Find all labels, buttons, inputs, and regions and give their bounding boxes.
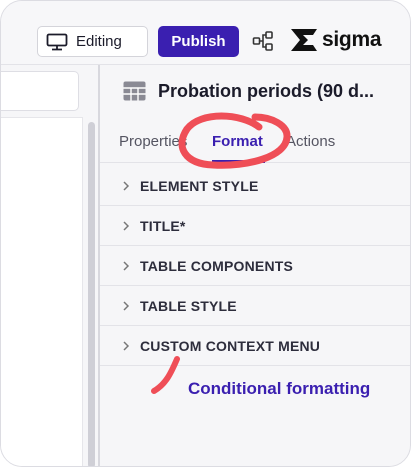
editing-label: Editing [76,33,122,50]
chevron-right-icon [123,220,130,231]
monitor-icon [46,33,68,50]
share-graph-icon[interactable] [252,30,274,52]
editing-mode-button[interactable]: Editing [37,26,148,57]
section-label: TABLE COMPONENTS [140,257,294,274]
panel-header: Probation periods (90 d... [100,65,410,117]
sigma-logo: sigma [289,27,382,53]
table-icon [123,81,146,101]
chevron-right-icon [123,340,130,351]
logo-text: sigma [322,28,382,51]
active-tab-indicator [212,160,265,163]
canvas-header-field[interactable] [1,71,79,111]
tab-properties[interactable]: Properties [119,133,187,150]
conditional-formatting-link[interactable]: Conditional formatting [188,379,370,399]
top-toolbar: Editing Publish sigma [1,1,410,65]
tab-actions[interactable]: Actions [286,133,335,150]
sigma-logo-icon [291,29,317,51]
element-panel: Probation periods (90 d... Properties Fo… [100,65,410,466]
chevron-right-icon [123,180,130,191]
section-table-style[interactable]: TABLE STYLE [100,286,410,326]
panel-title: Probation periods (90 d... [158,80,375,101]
canvas-pane [1,65,98,466]
tab-format[interactable]: Format [212,133,263,150]
section-label: ELEMENT STYLE [140,177,259,194]
chevron-right-icon [123,260,130,271]
canvas-area [1,117,83,466]
section-label: CUSTOM CONTEXT MENU [140,337,321,354]
panel-tabs: Properties Format Actions [100,117,410,163]
publish-button[interactable]: Publish [158,26,239,57]
section-table-components[interactable]: TABLE COMPONENTS [100,246,410,286]
section-custom-context-menu[interactable]: CUSTOM CONTEXT MENU [100,326,410,366]
section-title[interactable]: TITLE* [100,206,410,246]
section-element-style[interactable]: ELEMENT STYLE [100,166,410,206]
chevron-right-icon [123,300,130,311]
canvas-scrollbar[interactable] [88,122,95,466]
section-label: TITLE* [140,217,186,234]
app-frame: Editing Publish sigma Probation periods … [0,0,411,467]
section-label: TABLE STYLE [140,297,237,314]
